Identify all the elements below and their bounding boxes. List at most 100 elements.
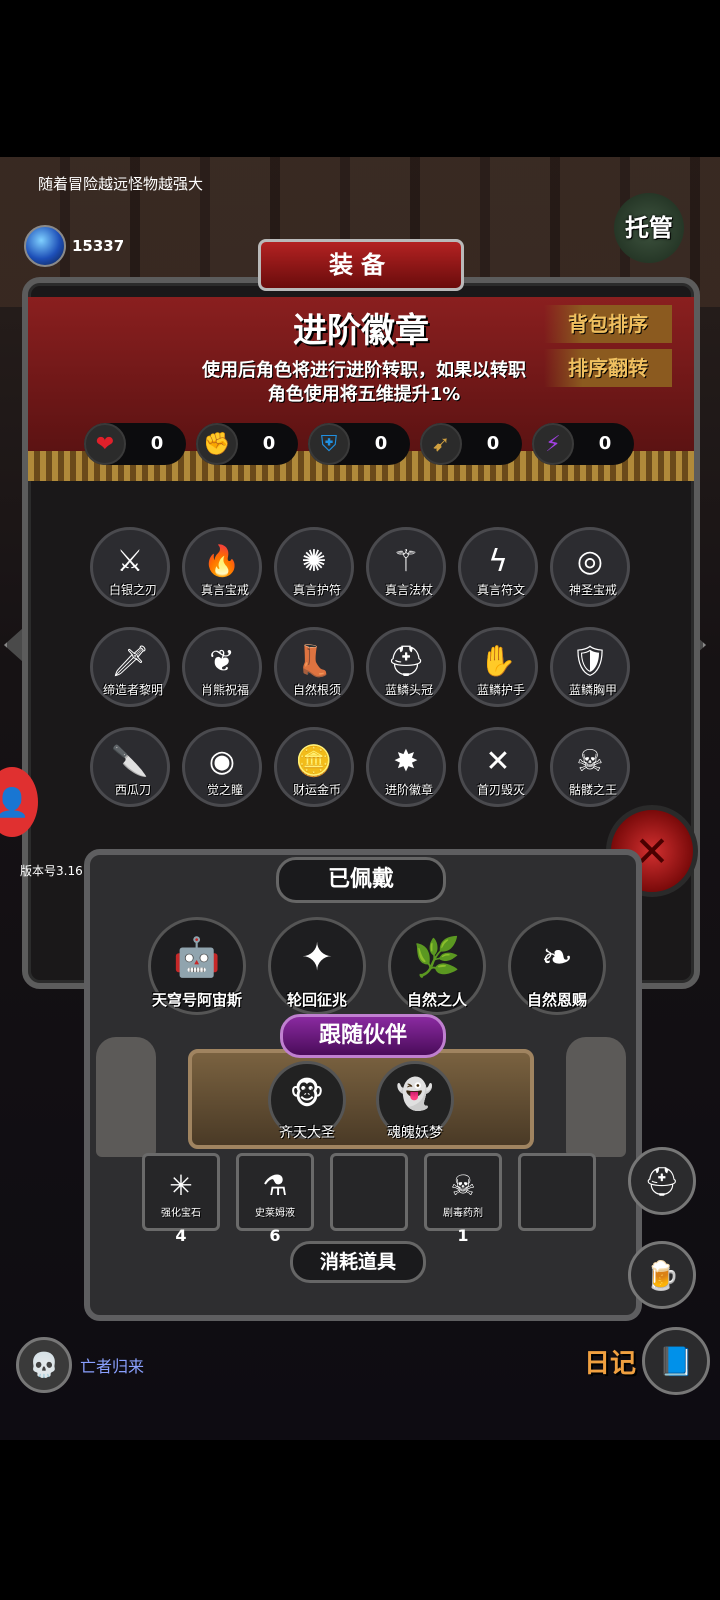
boots-icon: 👢 xyxy=(295,643,333,679)
item-label: 真言符文 xyxy=(476,583,525,597)
eye-icon: ◉ xyxy=(208,743,236,779)
hint-text: 随着冒险越远怪物越强大 xyxy=(38,175,204,193)
strength-icon: ✊ xyxy=(196,423,238,465)
equipped-label: 自然之人 xyxy=(406,991,467,1009)
stat-bar: ❤ 0 ✊ 0 ⛨ 0 ➹ 0 ⚡ 0 xyxy=(84,423,634,465)
equipped-item[interactable]: 🌿 自然之人 xyxy=(388,917,486,1015)
return-text: 亡者归来 xyxy=(80,1357,145,1376)
undead-avatar-icon: 💀 xyxy=(16,1337,72,1393)
item-grid: ⚔ 白银之刃 🔥 真言宝戒 ✺ 真言护符 ⚚ 真言法杖 ϟ 真言符文 ◎ 神圣宝戒 🗡 缔造者黎明 ❦ 肖熊祝… xyxy=(90,527,630,807)
item-label: 财运金币 xyxy=(292,783,341,797)
inventory-item[interactable]: ☠ 骷髅之王 xyxy=(550,727,630,807)
item-label: 神圣宝戒 xyxy=(568,583,617,597)
inventory-item[interactable]: 🔥 真言宝戒 xyxy=(182,527,262,607)
item-label: 自然根须 xyxy=(292,683,341,697)
stat-pill: ✊ 0 xyxy=(196,423,298,465)
gem-icon xyxy=(24,225,66,267)
gem-value: 15337 xyxy=(72,237,125,255)
knife-icon: 🔪 xyxy=(111,743,149,779)
consumables-title: 消耗道具 xyxy=(290,1241,426,1283)
item-label: 蓝鳞胸甲 xyxy=(568,683,617,697)
potion-icon: ⚗ xyxy=(262,1168,288,1202)
stat-value: 0 xyxy=(486,433,500,454)
stat-pill: ➹ 0 xyxy=(420,423,522,465)
consumable-slot[interactable]: ✳ 强化宝石 4 xyxy=(142,1153,220,1245)
book-icon: 📘 xyxy=(642,1327,711,1395)
consumable-slot[interactable]: ☠ 剧毒药剂 1 xyxy=(424,1153,502,1245)
magic-icon: ⚡ xyxy=(532,423,574,465)
equipped-item[interactable]: ❧ 自然恩赐 xyxy=(508,917,606,1015)
dragon-statue-right xyxy=(566,1037,626,1157)
rune-icon: ϟ xyxy=(488,543,508,579)
helmet-icon: ⛑ xyxy=(644,1164,680,1198)
item-label: 缔造者黎明 xyxy=(102,683,163,697)
item-label: 蓝鳞头冠 xyxy=(384,683,433,697)
companion-row: 🐵 齐天大圣 👻 魂魄妖梦 xyxy=(268,1061,454,1141)
inventory-item[interactable]: 🛡 蓝鳞胸甲 xyxy=(550,627,630,707)
stat-value: 0 xyxy=(598,433,612,454)
inventory-item[interactable]: ✕ 首刃毁灭 xyxy=(458,727,538,807)
inventory-item[interactable]: ✺ 真言护符 xyxy=(274,527,354,607)
skull-icon: ☠ xyxy=(576,743,604,779)
gem-counter: 15337 xyxy=(24,225,124,267)
chestplate-icon: 🛡 xyxy=(570,643,610,679)
inventory-item[interactable]: 🔪 西瓜刀 xyxy=(90,727,170,807)
inventory-item[interactable]: ✸ 进阶徽章 xyxy=(366,727,446,807)
sword-icon: 🗡 xyxy=(110,643,150,679)
inventory-item[interactable]: ⚚ 真言法杖 xyxy=(366,527,446,607)
staff-icon: ⚚ xyxy=(392,543,420,579)
companion-label: 魂魄妖梦 xyxy=(387,1125,443,1141)
knight-helmet-button[interactable]: ⛑ xyxy=(628,1147,696,1215)
amulet-icon: ✺ xyxy=(301,543,327,579)
inventory-item[interactable]: ◎ 神圣宝戒 xyxy=(550,527,630,607)
equipped-title: 已佩戴 xyxy=(276,857,446,903)
stat-value: 0 xyxy=(262,433,276,454)
companions-title: 跟随伙伴 xyxy=(280,1014,446,1058)
equipped-item[interactable]: ✦ 轮回征兆 xyxy=(268,917,366,1015)
companion[interactable]: 🐵 齐天大圣 xyxy=(268,1061,346,1141)
item-label: 觉之瞳 xyxy=(206,783,243,797)
treant-icon: 🌿 xyxy=(413,934,461,979)
equipped-item[interactable]: 🤖 天穹号阿宙斯 xyxy=(148,917,246,1015)
stat-pill: ⛨ 0 xyxy=(308,423,410,465)
coin-icon: 🪙 xyxy=(295,743,333,779)
consumable-label: 剧毒药剂 xyxy=(443,1208,483,1219)
companion[interactable]: 👻 魂魄妖梦 xyxy=(376,1061,454,1141)
consumable-label: 史莱姆液 xyxy=(255,1208,295,1219)
inventory-item[interactable]: ❦ 肖熊祝福 xyxy=(182,627,262,707)
inventory-item[interactable]: 🗡 缔造者黎明 xyxy=(90,627,170,707)
equipped-label: 自然恩赐 xyxy=(526,991,587,1009)
consumables-row: ✳ 强化宝石 4 ⚗ 史莱姆液 6 ☠ 剧毒药剂 1 xyxy=(142,1153,596,1245)
inventory-item[interactable]: 🪙 财运金币 xyxy=(274,727,354,807)
dragon-statue-left xyxy=(96,1037,156,1157)
empty-slot[interactable] xyxy=(330,1153,408,1231)
stat-value: 0 xyxy=(374,433,388,454)
tavern-mug-button[interactable]: 🍺 xyxy=(628,1241,696,1309)
inventory-item[interactable]: ◉ 觉之瞳 xyxy=(182,727,262,807)
return-event[interactable]: 💀 亡者归来 xyxy=(16,1337,144,1393)
inventory-item[interactable]: 👢 自然根须 xyxy=(274,627,354,707)
blade-icon: ✕ xyxy=(485,743,511,779)
reverse-sort-button[interactable]: 排序翻转 xyxy=(544,349,672,387)
consumable-slot[interactable]: ⚗ 史莱姆液 6 xyxy=(236,1153,314,1245)
item-desc-line1: 使用后角色将进行进阶转职，如果以转职 xyxy=(202,360,526,381)
empty-slot[interactable] xyxy=(518,1153,596,1231)
stat-pill: ❤ 0 xyxy=(84,423,186,465)
item-label: 白银之刃 xyxy=(108,583,157,597)
ring-icon: ◎ xyxy=(576,543,604,579)
inventory-item[interactable]: ✋ 蓝鳞护手 xyxy=(458,627,538,707)
agility-icon: ➹ xyxy=(420,423,462,465)
leaf-icon: ❧ xyxy=(541,935,573,979)
poison-icon: ☠ xyxy=(450,1168,476,1202)
inventory-item[interactable]: ⚔ 白银之刃 xyxy=(90,527,170,607)
sort-backpack-button[interactable]: 背包排序 xyxy=(544,305,672,343)
badge-icon: ✸ xyxy=(393,743,419,779)
item-label: 肖熊祝福 xyxy=(200,683,249,697)
diary-button[interactable]: 日记 📘 xyxy=(584,1327,711,1395)
inventory-item[interactable]: ϟ 真言符文 xyxy=(458,527,538,607)
equipped-row: 🤖 天穹号阿宙斯 ✦ 轮回征兆 🌿 自然之人 ❧ 自然恩赐 xyxy=(148,917,606,1015)
item-label: 真言法杖 xyxy=(384,583,433,597)
inventory-item[interactable]: ⛑ 蓝鳞头冠 xyxy=(366,627,446,707)
auto-play-button[interactable]: 托管 xyxy=(614,193,684,263)
gem-icon: ✳ xyxy=(169,1168,193,1202)
